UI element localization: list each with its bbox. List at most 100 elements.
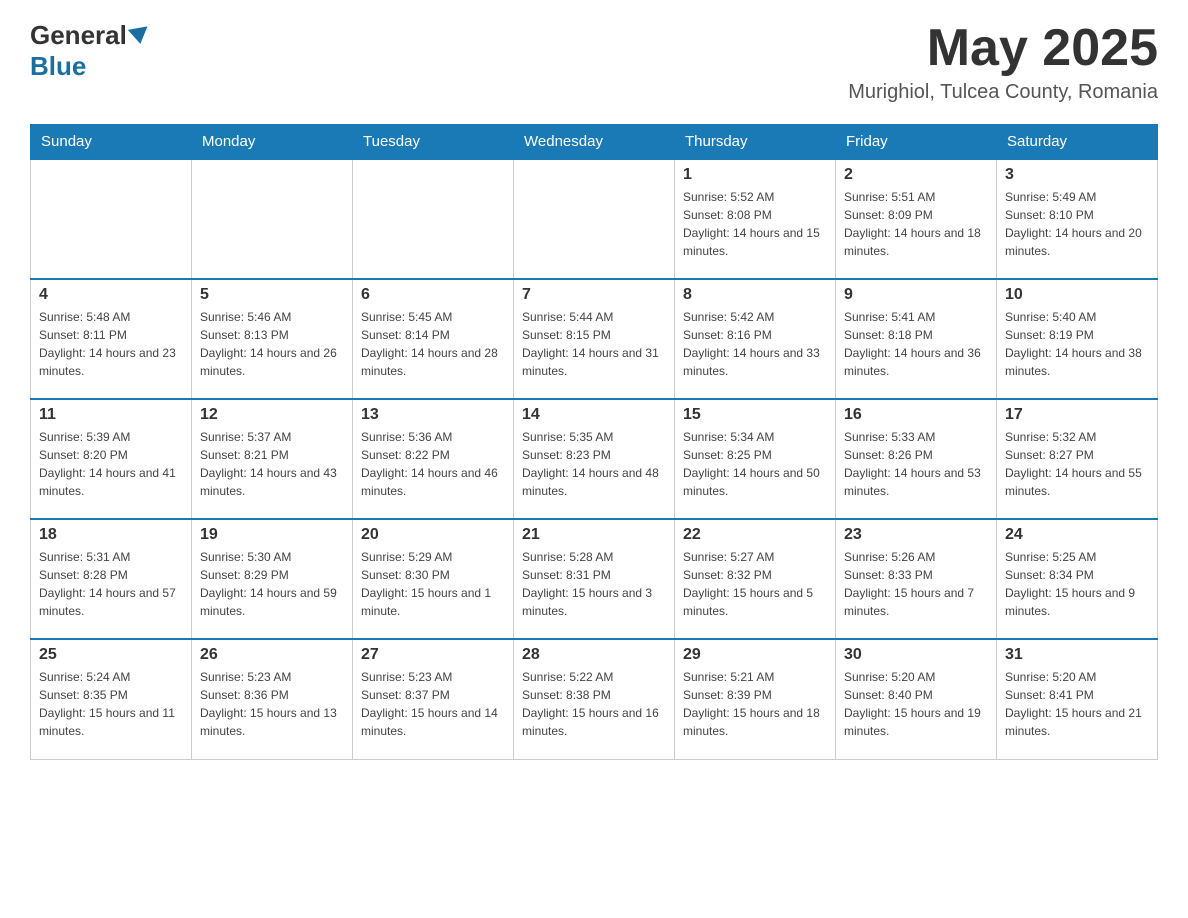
- day-number: 30: [844, 646, 988, 664]
- calendar-cell: 23 Sunrise: 5:26 AM Sunset: 8:33 PM Dayli…: [836, 519, 997, 639]
- calendar-cell: 31 Sunrise: 5:20 AM Sunset: 8:41 PM Dayli…: [997, 639, 1158, 759]
- day-number: 11: [39, 406, 183, 424]
- day-number: 1: [683, 166, 827, 184]
- calendar-cell: 6 Sunrise: 5:45 AM Sunset: 8:14 PM Daylig…: [353, 279, 514, 399]
- calendar-cell: 16 Sunrise: 5:33 AM Sunset: 8:26 PM Dayli…: [836, 399, 997, 519]
- day-number: 2: [844, 166, 988, 184]
- calendar-week-row: 18Sunrise: 5:31 AM Sunset: 8:28 PM Dayli…: [31, 519, 1158, 639]
- day-info: Sunrise: 5:40 AM Sunset: 8:19 PM Dayligh…: [1005, 308, 1149, 380]
- day-info: Sunrise: 5:32 AM Sunset: 8:27 PM Dayligh…: [1005, 428, 1149, 500]
- day-info: Sunrise: 5:48 AM Sunset: 8:11 PM Dayligh…: [39, 308, 183, 380]
- calendar-week-row: 25Sunrise: 5:24 AM Sunset: 8:35 PM Dayli…: [31, 639, 1158, 759]
- day-info: Sunrise: 5:23 AM Sunset: 8:37 PM Dayligh…: [361, 668, 505, 740]
- day-number: 23: [844, 526, 988, 544]
- day-number: 17: [1005, 406, 1149, 424]
- calendar-cell: 22Sunrise: 5:27 AM Sunset: 8:32 PM Dayli…: [675, 519, 836, 639]
- day-number: 15: [683, 406, 827, 424]
- day-info: Sunrise: 5:21 AM Sunset: 8:39 PM Dayligh…: [683, 668, 827, 740]
- day-info: Sunrise: 5:44 AM Sunset: 8:15 PM Dayligh…: [522, 308, 666, 380]
- day-info: Sunrise: 5:45 AM Sunset: 8:14 PM Dayligh…: [361, 308, 505, 380]
- day-info: Sunrise: 5:39 AM Sunset: 8:20 PM Dayligh…: [39, 428, 183, 500]
- calendar-cell: 3 Sunrise: 5:49 AM Sunset: 8:10 PM Daylig…: [997, 159, 1158, 279]
- day-number: 26: [200, 646, 344, 664]
- day-info: Sunrise: 5:25 AM Sunset: 8:34 PM Dayligh…: [1005, 548, 1149, 620]
- calendar-cell: 9Sunrise: 5:41 AM Sunset: 8:18 PM Daylig…: [836, 279, 997, 399]
- day-info: Sunrise: 5:37 AM Sunset: 8:21 PM Dayligh…: [200, 428, 344, 500]
- day-info: Sunrise: 5:51 AM Sunset: 8:09 PM Dayligh…: [844, 188, 988, 260]
- day-info: Sunrise: 5:20 AM Sunset: 8:40 PM Dayligh…: [844, 668, 988, 740]
- day-info: Sunrise: 5:49 AM Sunset: 8:10 PM Dayligh…: [1005, 188, 1149, 260]
- calendar-cell: 14Sunrise: 5:35 AM Sunset: 8:23 PM Dayli…: [514, 399, 675, 519]
- calendar-day-header: Monday: [192, 125, 353, 160]
- calendar-cell: 2 Sunrise: 5:51 AM Sunset: 8:09 PM Daylig…: [836, 159, 997, 279]
- title-block: May 2025 Murighiol, Tulcea County, Roman…: [848, 20, 1158, 104]
- day-info: Sunrise: 5:23 AM Sunset: 8:36 PM Dayligh…: [200, 668, 344, 740]
- day-number: 16: [844, 406, 988, 424]
- calendar-cell: [31, 159, 192, 279]
- calendar-cell: 25Sunrise: 5:24 AM Sunset: 8:35 PM Dayli…: [31, 639, 192, 759]
- logo-general-text: General: [30, 20, 127, 51]
- day-number: 12: [200, 406, 344, 424]
- day-number: 22: [683, 526, 827, 544]
- day-info: Sunrise: 5:41 AM Sunset: 8:18 PM Dayligh…: [844, 308, 988, 380]
- day-number: 3: [1005, 166, 1149, 184]
- page-header: General Blue May 2025 Murighiol, Tulcea …: [30, 20, 1158, 104]
- calendar-cell: 19 Sunrise: 5:30 AM Sunset: 8:29 PM Dayli…: [192, 519, 353, 639]
- day-number: 28: [522, 646, 666, 664]
- day-info: Sunrise: 5:42 AM Sunset: 8:16 PM Dayligh…: [683, 308, 827, 380]
- day-number: 5: [200, 286, 344, 304]
- calendar-cell: 21 Sunrise: 5:28 AM Sunset: 8:31 PM Dayli…: [514, 519, 675, 639]
- logo-arrow-icon: [128, 26, 150, 45]
- day-number: 27: [361, 646, 505, 664]
- calendar-cell: 27 Sunrise: 5:23 AM Sunset: 8:37 PM Dayli…: [353, 639, 514, 759]
- calendar-day-header: Thursday: [675, 125, 836, 160]
- day-info: Sunrise: 5:52 AM Sunset: 8:08 PM Dayligh…: [683, 188, 827, 260]
- calendar-cell: 15 Sunrise: 5:34 AM Sunset: 8:25 PM Dayli…: [675, 399, 836, 519]
- calendar-cell: 26 Sunrise: 5:23 AM Sunset: 8:36 PM Dayli…: [192, 639, 353, 759]
- calendar-cell: [353, 159, 514, 279]
- calendar-week-row: 1 Sunrise: 5:52 AM Sunset: 8:08 PM Daylig…: [31, 159, 1158, 279]
- day-number: 18: [39, 526, 183, 544]
- calendar-cell: 5 Sunrise: 5:46 AM Sunset: 8:13 PM Daylig…: [192, 279, 353, 399]
- calendar-day-header: Saturday: [997, 125, 1158, 160]
- day-info: Sunrise: 5:28 AM Sunset: 8:31 PM Dayligh…: [522, 548, 666, 620]
- day-info: Sunrise: 5:29 AM Sunset: 8:30 PM Dayligh…: [361, 548, 505, 620]
- calendar-cell: 10 Sunrise: 5:40 AM Sunset: 8:19 PM Dayli…: [997, 279, 1158, 399]
- day-number: 21: [522, 526, 666, 544]
- day-number: 19: [200, 526, 344, 544]
- day-info: Sunrise: 5:30 AM Sunset: 8:29 PM Dayligh…: [200, 548, 344, 620]
- calendar-cell: 4 Sunrise: 5:48 AM Sunset: 8:11 PM Daylig…: [31, 279, 192, 399]
- calendar-cell: [192, 159, 353, 279]
- calendar-cell: 18Sunrise: 5:31 AM Sunset: 8:28 PM Dayli…: [31, 519, 192, 639]
- calendar-week-row: 4 Sunrise: 5:48 AM Sunset: 8:11 PM Daylig…: [31, 279, 1158, 399]
- day-info: Sunrise: 5:36 AM Sunset: 8:22 PM Dayligh…: [361, 428, 505, 500]
- calendar-cell: [514, 159, 675, 279]
- calendar-cell: 8 Sunrise: 5:42 AM Sunset: 8:16 PM Daylig…: [675, 279, 836, 399]
- day-number: 6: [361, 286, 505, 304]
- day-number: 7: [522, 286, 666, 304]
- location-title: Murighiol, Tulcea County, Romania: [848, 81, 1158, 104]
- day-number: 29: [683, 646, 827, 664]
- day-info: Sunrise: 5:22 AM Sunset: 8:38 PM Dayligh…: [522, 668, 666, 740]
- calendar-cell: 20Sunrise: 5:29 AM Sunset: 8:30 PM Dayli…: [353, 519, 514, 639]
- calendar-week-row: 11 Sunrise: 5:39 AM Sunset: 8:20 PM Dayli…: [31, 399, 1158, 519]
- day-info: Sunrise: 5:34 AM Sunset: 8:25 PM Dayligh…: [683, 428, 827, 500]
- day-number: 4: [39, 286, 183, 304]
- day-info: Sunrise: 5:26 AM Sunset: 8:33 PM Dayligh…: [844, 548, 988, 620]
- calendar-cell: 11 Sunrise: 5:39 AM Sunset: 8:20 PM Dayli…: [31, 399, 192, 519]
- day-info: Sunrise: 5:24 AM Sunset: 8:35 PM Dayligh…: [39, 668, 183, 740]
- day-number: 8: [683, 286, 827, 304]
- calendar-cell: 1 Sunrise: 5:52 AM Sunset: 8:08 PM Daylig…: [675, 159, 836, 279]
- calendar-cell: 28 Sunrise: 5:22 AM Sunset: 8:38 PM Dayli…: [514, 639, 675, 759]
- day-number: 31: [1005, 646, 1149, 664]
- day-info: Sunrise: 5:33 AM Sunset: 8:26 PM Dayligh…: [844, 428, 988, 500]
- month-title: May 2025: [848, 20, 1158, 77]
- day-number: 10: [1005, 286, 1149, 304]
- calendar-cell: 30 Sunrise: 5:20 AM Sunset: 8:40 PM Dayli…: [836, 639, 997, 759]
- day-info: Sunrise: 5:46 AM Sunset: 8:13 PM Dayligh…: [200, 308, 344, 380]
- calendar-cell: 24Sunrise: 5:25 AM Sunset: 8:34 PM Dayli…: [997, 519, 1158, 639]
- calendar-header-row: SundayMondayTuesdayWednesdayThursdayFrid…: [31, 125, 1158, 160]
- day-info: Sunrise: 5:20 AM Sunset: 8:41 PM Dayligh…: [1005, 668, 1149, 740]
- calendar-day-header: Wednesday: [514, 125, 675, 160]
- calendar-cell: 17 Sunrise: 5:32 AM Sunset: 8:27 PM Dayli…: [997, 399, 1158, 519]
